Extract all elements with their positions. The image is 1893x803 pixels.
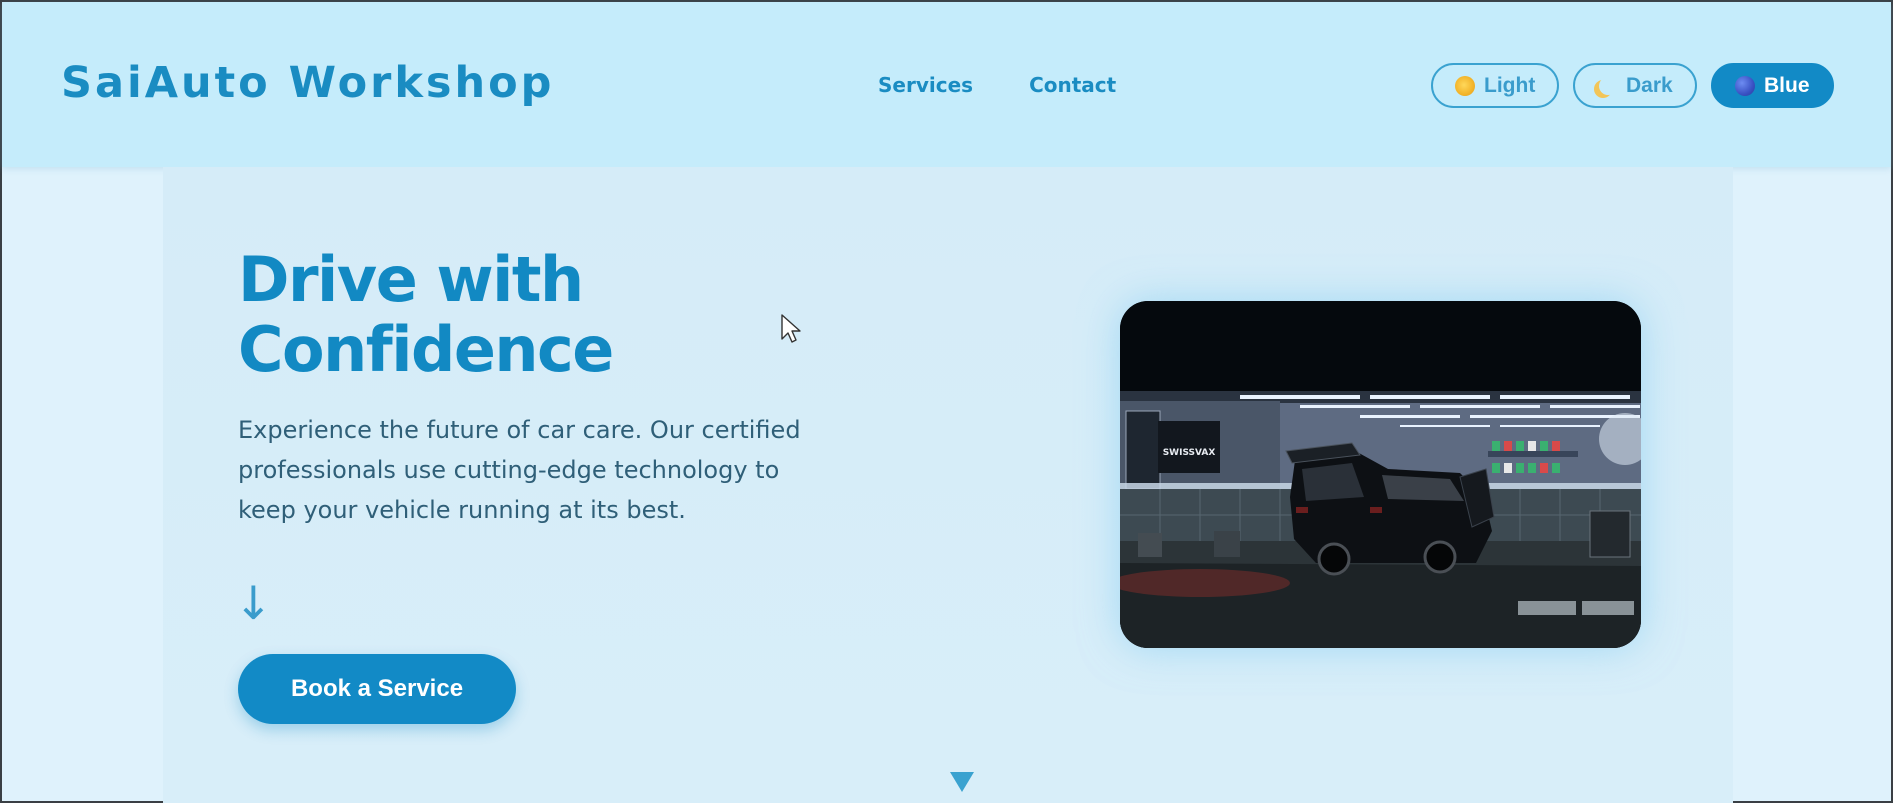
nav-link-services[interactable]: Services bbox=[878, 73, 973, 97]
theme-dark-label: Dark bbox=[1626, 73, 1673, 97]
down-arrow-icon: ↓ bbox=[234, 576, 273, 630]
main-nav: Services Contact bbox=[878, 73, 1116, 97]
theme-blue-button[interactable]: Blue bbox=[1711, 63, 1834, 108]
theme-light-label: Light bbox=[1484, 73, 1536, 97]
car-in-garage-image: SWISSVAX bbox=[1120, 301, 1641, 648]
hero-title: Drive with Confidence bbox=[238, 245, 798, 385]
garage-sign-text: SWISSVAX bbox=[1163, 448, 1216, 458]
moon-icon bbox=[1597, 76, 1617, 96]
scroll-down-icon[interactable] bbox=[950, 772, 974, 792]
theme-switcher: Light Dark Blue bbox=[1431, 63, 1834, 108]
hero-title-line-1: Drive with bbox=[238, 243, 584, 316]
book-service-button[interactable]: Book a Service bbox=[238, 654, 516, 724]
theme-light-button[interactable]: Light bbox=[1431, 63, 1559, 108]
globe-icon bbox=[1735, 75, 1755, 96]
site-header: SaiAuto Workshop Services Contact Light … bbox=[2, 2, 1891, 167]
theme-blue-label: Blue bbox=[1764, 73, 1810, 97]
mouse-cursor-icon bbox=[781, 314, 801, 343]
brand-logo[interactable]: SaiAuto Workshop bbox=[61, 58, 554, 108]
theme-dark-button[interactable]: Dark bbox=[1573, 63, 1697, 108]
sun-icon bbox=[1455, 75, 1475, 96]
nav-link-contact[interactable]: Contact bbox=[1029, 73, 1116, 97]
hero-description: Experience the future of car care. Our c… bbox=[238, 416, 801, 524]
hero-title-line-2: Confidence bbox=[238, 313, 614, 386]
